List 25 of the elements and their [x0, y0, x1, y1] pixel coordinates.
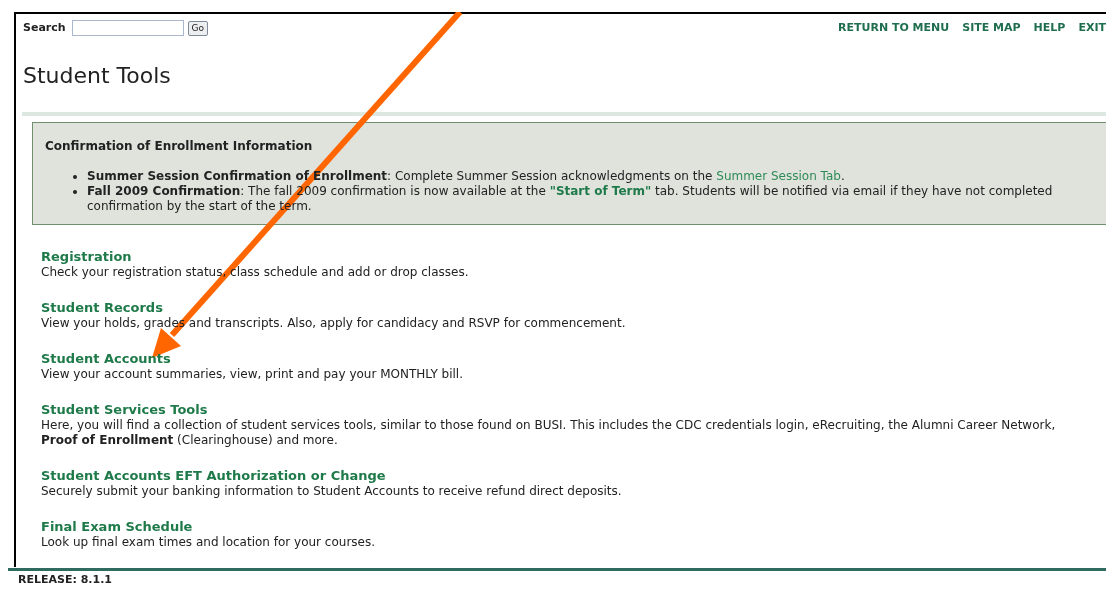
nav-link[interactable]: EXIT — [1078, 20, 1106, 37]
tab-link[interactable]: Summer Session Tab — [716, 168, 841, 183]
tab-link[interactable]: "Start of Term" — [549, 183, 652, 198]
section-description: View your account summaries, view, print and pay your MONTHLY bill. — [41, 366, 464, 382]
section-link[interactable]: Student Accounts — [41, 350, 171, 367]
section-link[interactable]: Student Accounts EFT Authorization or Change — [41, 467, 386, 484]
section-description: Look up final exam times and location for your courses. — [41, 534, 377, 550]
bullet-icon — [73, 189, 77, 194]
nav-link[interactable]: RETURN TO MENU — [838, 20, 950, 37]
search-field[interactable] — [71, 20, 184, 37]
section-description: Check your registration status, class schedule and add or drop classes. — [41, 264, 470, 280]
search-label: Search — [23, 20, 66, 36]
page-title: Student Tools — [23, 61, 172, 90]
go-button[interactable]: Go — [187, 20, 209, 36]
section-link[interactable]: Registration — [41, 248, 132, 265]
bullet-icon — [73, 174, 77, 179]
notice-title: Confirmation of Enrollment Information — [45, 137, 313, 155]
release-version: RELEASE: 8.1.1 — [18, 573, 112, 587]
section-description: Securely submit your banking information to Student Accounts to receive refund direct deposits. — [41, 483, 623, 499]
section-link[interactable]: Student Services Tools — [41, 401, 208, 418]
section-link[interactable]: Final Exam Schedule — [41, 518, 193, 535]
section-link[interactable]: Student Records — [41, 299, 163, 316]
nav-link[interactable]: HELP — [1033, 20, 1066, 37]
nav-link[interactable]: SITE MAP — [962, 20, 1021, 37]
section-description: Here, you will find a collection of student services tools, similar to those found on BUSI. This includes the CDC credentials login, eRecruiting, the Alumni Career Network, Proof of Enrollment (Clearinghouse) and more. — [41, 417, 1057, 448]
